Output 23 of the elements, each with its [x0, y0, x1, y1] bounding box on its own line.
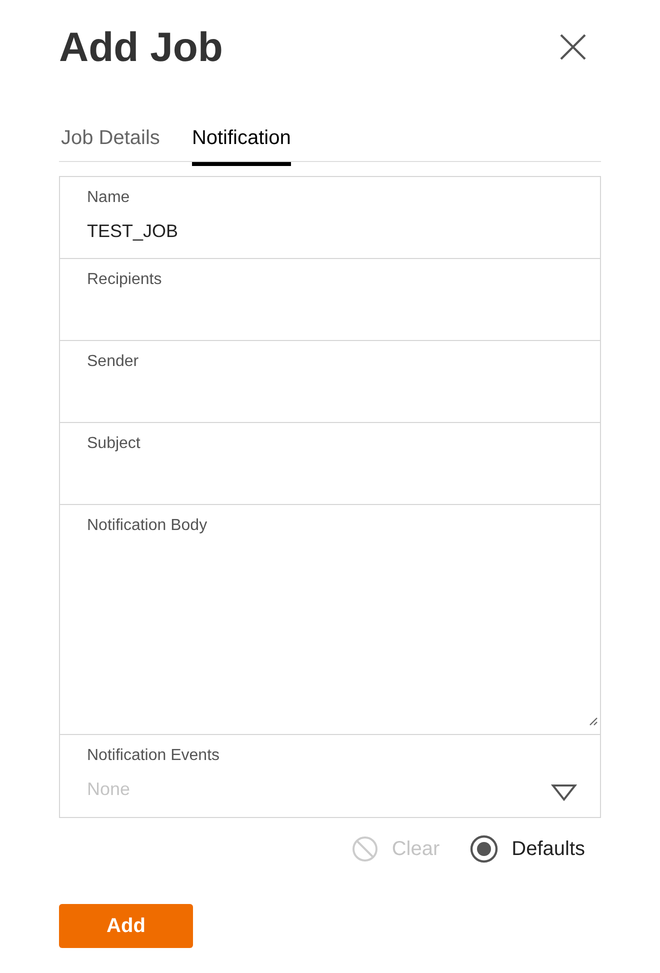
input-field[interactable]: Notification Body	[60, 505, 600, 735]
field-label: Notification Events	[87, 746, 221, 766]
placeholder-text: None	[87, 778, 130, 800]
field-value: TEST_JOB	[87, 220, 178, 242]
tab[interactable]: Notification	[192, 116, 291, 166]
close-button[interactable]	[559, 33, 587, 61]
field-label: Sender	[87, 352, 140, 372]
field-label: Subject	[87, 434, 142, 454]
dropdown-triangle-icon	[551, 784, 577, 801]
dialog-title: Add Job	[59, 26, 223, 68]
field-label: Recipients	[87, 270, 163, 290]
tab[interactable]: Job Details	[61, 116, 160, 166]
close-icon	[560, 34, 586, 60]
input-field[interactable]: Sender	[60, 341, 600, 423]
field-label: Notification Body	[87, 516, 208, 536]
dropdown-field[interactable]: Notification Events None	[60, 735, 600, 817]
radio-option[interactable]: Defaults	[470, 834, 585, 864]
input-field[interactable]: Name TEST_JOB	[60, 177, 600, 259]
prohibited-icon	[352, 836, 378, 862]
input-field[interactable]: Recipients	[60, 259, 600, 341]
field-label: Name	[87, 188, 131, 208]
input-field[interactable]: Subject	[60, 423, 600, 505]
resize-handle-icon[interactable]	[588, 716, 598, 726]
